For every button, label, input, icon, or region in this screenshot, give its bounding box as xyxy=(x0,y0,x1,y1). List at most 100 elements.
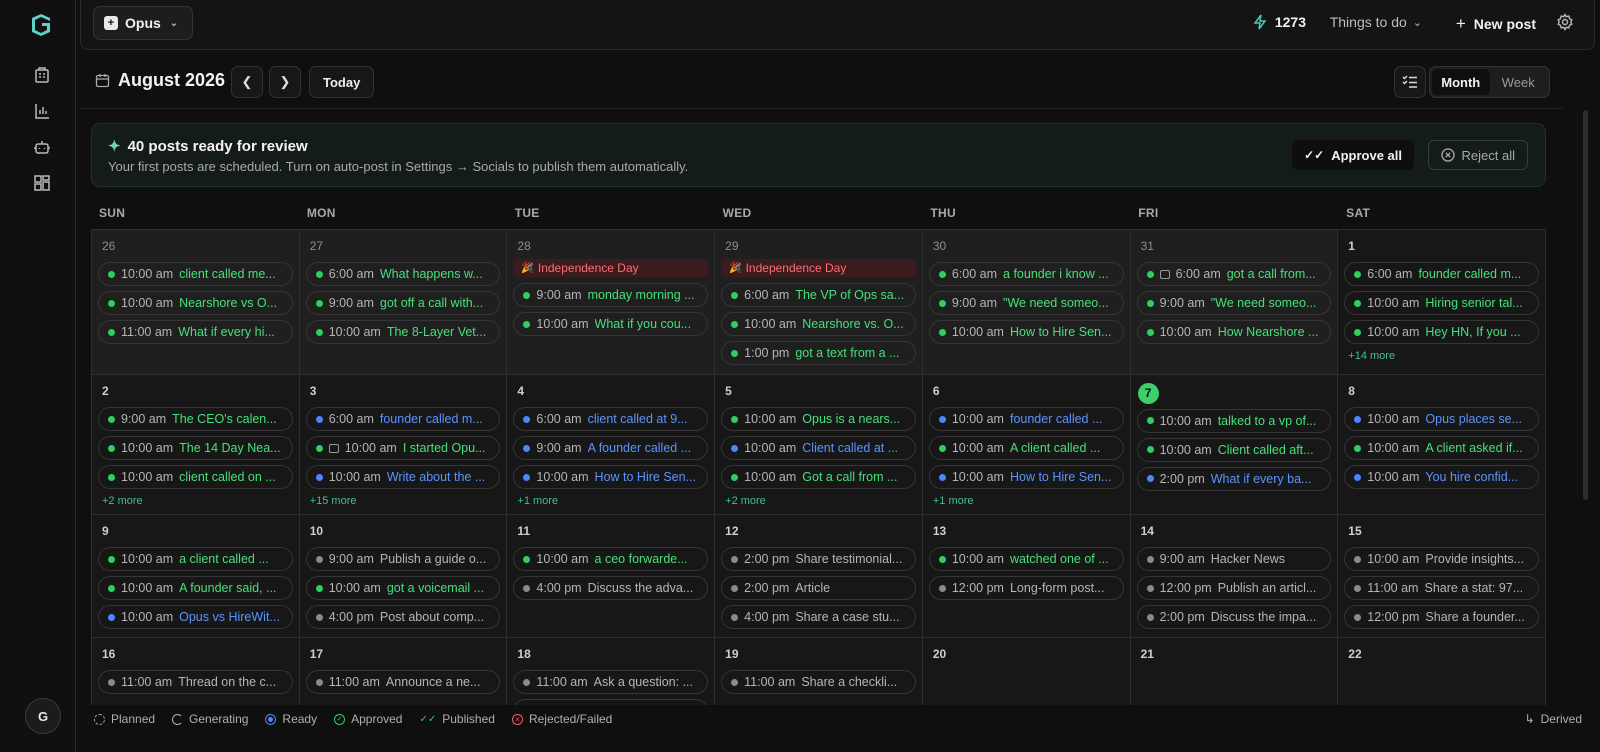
post-chip[interactable]: 10:00 am Opus vs HireWit... xyxy=(98,605,293,629)
more-posts-link[interactable]: +1 more xyxy=(929,495,1124,507)
post-chip[interactable]: 10:00 am Provide insights... xyxy=(1344,547,1539,571)
day-cell[interactable]: 8 10:00 am Opus places se... 10:00 am A clie… xyxy=(1338,375,1546,515)
day-cell[interactable]: 9 10:00 am a client called ... 10:00 am A fo… xyxy=(92,515,300,638)
post-chip[interactable]: 9:00 am monday morning ... xyxy=(513,283,709,307)
filter-list-button[interactable] xyxy=(1394,66,1426,98)
post-chip[interactable]: 6:00 am What happens w... xyxy=(305,262,501,286)
post-chip[interactable]: 11:00 am Thread on the c... xyxy=(98,670,293,694)
workspace-switcher[interactable]: + Opus ⌄ xyxy=(93,6,194,40)
post-chip[interactable]: 10:00 am Nearshore vs. O... xyxy=(721,312,916,336)
post-chip[interactable]: 12:00 pm Share a founder... xyxy=(1344,605,1539,629)
post-chip[interactable]: 6:00 am got a call from... xyxy=(1136,262,1332,286)
post-chip[interactable]: 2:00 pm Article xyxy=(721,576,916,600)
post-chip[interactable]: 10:00 am a ceo forwarde... xyxy=(513,547,709,571)
gear-icon[interactable] xyxy=(1556,13,1576,33)
post-chip[interactable]: 10:00 am A client asked if... xyxy=(1344,436,1539,460)
day-cell[interactable]: 5 10:00 am Opus is a nears... 10:00 am Clien… xyxy=(715,375,923,515)
day-cell[interactable]: 3 6:00 am founder called m... 10:00 am I sta… xyxy=(299,375,508,515)
post-chip[interactable]: 12:00 pm Publish an articl... xyxy=(1136,576,1332,600)
post-chip[interactable]: 10:00 am How Nearshore ... xyxy=(1136,320,1332,344)
post-chip[interactable]: 10:00 am How to Hire Sen... xyxy=(928,320,1124,344)
post-chip[interactable]: 10:00 am Hiring senior tal... xyxy=(1344,291,1539,315)
post-chip[interactable]: 10:00 am watched one of ... xyxy=(928,547,1124,571)
day-cell[interactable]: 14 9:00 am Hacker News 12:00 pm Publish an a… xyxy=(1130,515,1339,638)
day-cell[interactable]: 4 6:00 am client called at 9... 9:00 am A fo… xyxy=(507,375,716,515)
post-chip[interactable]: 9:00 am "We need someo... xyxy=(1136,291,1332,315)
post-chip[interactable]: 10:00 am What if you cou... xyxy=(513,312,709,336)
post-chip[interactable]: 10:00 am client called on ... xyxy=(98,465,293,489)
day-cell[interactable]: 13 10:00 am watched one of ... 12:00 pm Long… xyxy=(922,515,1131,638)
post-chip[interactable]: 10:00 am founder called ... xyxy=(928,407,1124,431)
post-chip[interactable]: 6:00 am founder called m... xyxy=(1344,262,1539,286)
prev-month-button[interactable]: ❮ xyxy=(231,66,263,98)
day-cell[interactable]: 30 6:00 am a founder i know ... 9:00 am "We … xyxy=(922,230,1131,375)
post-chip[interactable]: 11:00 am What if every hi... xyxy=(98,320,293,344)
post-chip[interactable]: 10:00 am Got a call from ... xyxy=(721,465,916,489)
post-chip[interactable]: 6:00 am The VP of Ops sa... xyxy=(721,283,916,307)
month-view-tab[interactable]: Month xyxy=(1432,69,1490,95)
scrollbar[interactable] xyxy=(1583,110,1588,500)
day-cell[interactable]: 29 🎉 Independence Day 6:00 am The VP of Ops … xyxy=(715,230,923,375)
more-posts-link[interactable]: +2 more xyxy=(98,495,293,507)
post-chip[interactable] xyxy=(513,699,709,705)
day-cell[interactable]: 31 6:00 am got a call from... 9:00 am "We ne… xyxy=(1130,230,1339,375)
day-cell[interactable]: 28 🎉 Independence Day 9:00 am monday morning… xyxy=(507,230,716,375)
post-chip[interactable]: 6:00 am client called at 9... xyxy=(513,407,709,431)
post-chip[interactable]: 9:00 am "We need someo... xyxy=(928,291,1124,315)
post-chip[interactable]: 10:00 am Client called aft... xyxy=(1136,437,1332,462)
post-chip[interactable]: 10:00 am Nearshore vs O... xyxy=(98,291,293,315)
post-chip[interactable]: 9:00 am Publish a guide o... xyxy=(305,547,501,571)
day-cell[interactable]: 27 6:00 am What happens w... 9:00 am got off… xyxy=(299,230,508,375)
logo-icon[interactable] xyxy=(28,12,54,38)
next-month-button[interactable]: ❯ xyxy=(269,66,301,98)
more-posts-link[interactable]: +2 more xyxy=(721,495,916,507)
post-chip[interactable]: 9:00 am got off a call with... xyxy=(305,291,501,315)
post-chip[interactable]: 1:00 pm got a text from a ... xyxy=(721,341,916,365)
week-view-tab[interactable]: Week xyxy=(1490,69,1548,95)
day-cell[interactable]: 18 11:00 am Ask a question: ... xyxy=(507,638,716,705)
day-cell[interactable]: 15 10:00 am Provide insights... 11:00 am Sha… xyxy=(1338,515,1546,638)
bar-chart-icon[interactable] xyxy=(31,100,53,122)
post-chip[interactable]: 10:00 am Opus places se... xyxy=(1344,407,1539,431)
today-button[interactable]: Today xyxy=(309,66,375,98)
day-cell[interactable]: 10 9:00 am Publish a guide o... 10:00 am got… xyxy=(299,515,508,638)
building-icon[interactable] xyxy=(31,64,53,86)
post-chip[interactable]: 10:00 am How to Hire Sen... xyxy=(513,465,709,489)
post-chip[interactable]: 4:00 pm Discuss the adva... xyxy=(513,576,709,600)
post-chip[interactable]: 4:00 pm Post about comp... xyxy=(305,605,501,629)
day-cell[interactable]: 2 9:00 am The CEO's calen... 10:00 am The 14… xyxy=(92,375,300,515)
day-cell[interactable]: 20 xyxy=(922,638,1131,705)
post-chip[interactable]: 11:00 am Announce a ne... xyxy=(305,670,501,694)
more-posts-link[interactable]: +14 more xyxy=(1344,350,1539,362)
bot-icon[interactable] xyxy=(31,136,53,158)
post-chip[interactable]: 11:00 am Share a stat: 97... xyxy=(1344,576,1539,600)
day-cell[interactable]: 1 6:00 am founder called m... 10:00 am Hirin… xyxy=(1338,230,1546,375)
post-chip[interactable]: 11:00 am Ask a question: ... xyxy=(513,670,709,694)
day-cell[interactable]: 22 xyxy=(1338,638,1546,705)
post-chip[interactable]: 9:00 am The CEO's calen... xyxy=(98,407,293,431)
post-chip[interactable]: 12:00 pm Long-form post... xyxy=(928,576,1124,600)
post-chip[interactable]: 10:00 am client called me... xyxy=(98,262,293,286)
post-chip[interactable]: 10:00 am Opus is a nears... xyxy=(721,407,916,431)
post-chip[interactable]: 2:00 pm Discuss the impa... xyxy=(1136,605,1332,629)
things-to-do-dropdown[interactable]: Things to do ⌄ xyxy=(1330,14,1422,30)
post-chip[interactable]: 9:00 am A founder called ... xyxy=(513,436,709,460)
day-cell[interactable]: 7 10:00 am talked to a vp of... 10:00 am Cli… xyxy=(1130,375,1339,515)
post-chip[interactable]: 10:00 am How to Hire Sen... xyxy=(928,465,1124,489)
post-chip[interactable]: 10:00 am The 14 Day Nea... xyxy=(98,436,293,460)
post-chip[interactable]: 10:00 am talked to a vp of... xyxy=(1136,408,1332,433)
post-chip[interactable]: 2:00 pm Share testimonial... xyxy=(721,547,916,571)
post-chip[interactable]: 10:00 am Client called at ... xyxy=(721,436,916,460)
post-chip[interactable]: 10:00 am You hire confid... xyxy=(1344,465,1539,489)
more-posts-link[interactable]: +15 more xyxy=(306,495,501,507)
post-chip[interactable]: 11:00 am Share a checkli... xyxy=(721,670,916,694)
post-chip[interactable]: 10:00 am The 8-Layer Vet... xyxy=(305,320,501,344)
avatar[interactable]: G xyxy=(25,698,61,734)
post-chip[interactable]: 10:00 am Hey HN, If you ... xyxy=(1344,320,1539,344)
post-chip[interactable]: 2:00 pm What if every ba... xyxy=(1136,466,1332,491)
post-chip[interactable]: 10:00 am Write about the ... xyxy=(305,465,501,489)
day-cell[interactable]: 12 2:00 pm Share testimonial... 2:00 pm Arti… xyxy=(715,515,923,638)
reject-all-button[interactable]: Reject all xyxy=(1427,140,1528,170)
post-chip[interactable]: 10:00 am got a voicemail ... xyxy=(305,576,501,600)
post-chip[interactable]: 9:00 am Hacker News xyxy=(1136,547,1332,571)
